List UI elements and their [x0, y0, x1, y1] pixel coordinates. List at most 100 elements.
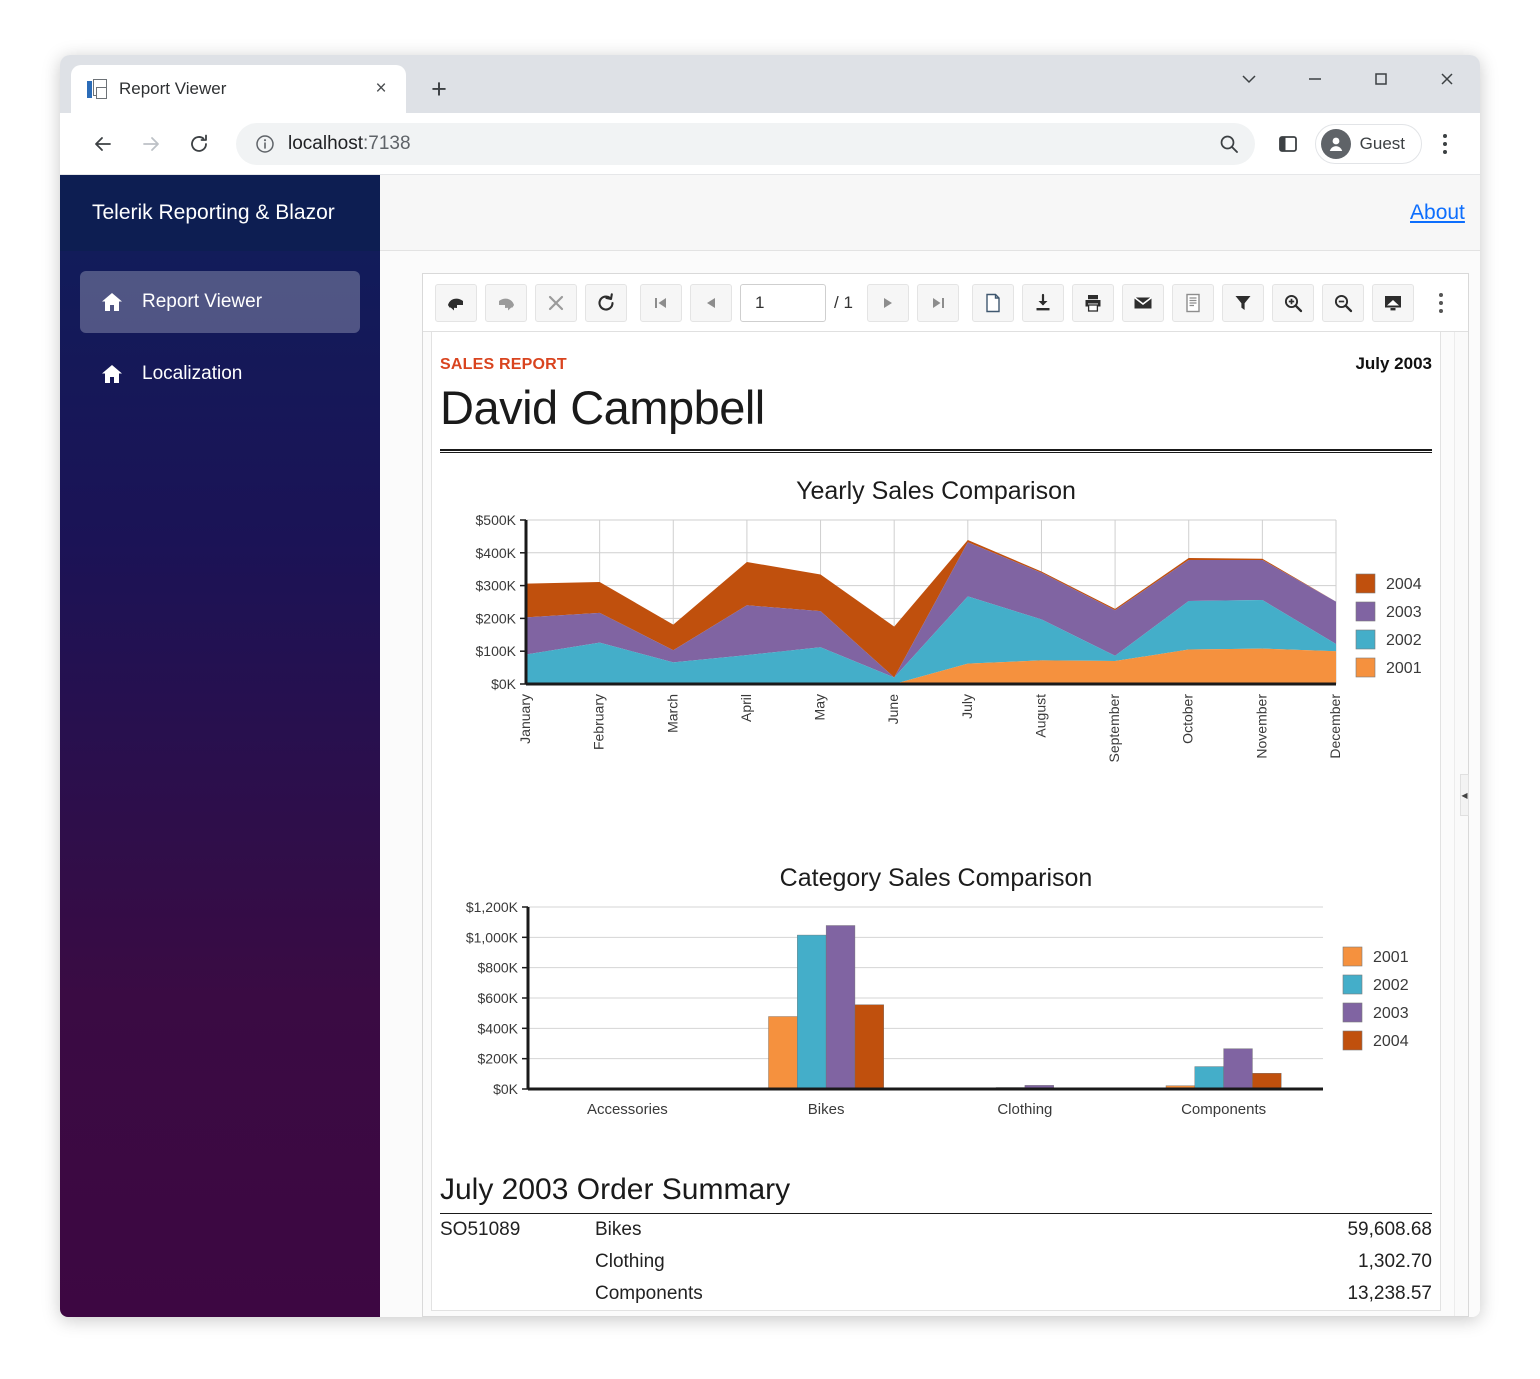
close-tab-icon[interactable]: ×	[368, 76, 394, 102]
home-icon	[100, 290, 124, 314]
report-vertical-scrollbar[interactable]	[1454, 332, 1468, 1316]
report-header: SALES REPORT July 2003	[432, 354, 1440, 374]
svg-text:$1,200K: $1,200K	[466, 899, 519, 915]
profile-name: Guest	[1360, 134, 1405, 154]
svg-text:January: January	[517, 694, 533, 744]
about-link[interactable]: About	[1410, 201, 1465, 225]
svg-text:2004: 2004	[1373, 1033, 1409, 1050]
refresh-button[interactable]	[585, 284, 627, 322]
browser-titlebar: Report Viewer × +	[60, 55, 1480, 113]
page-view-mode-button[interactable]	[1372, 284, 1414, 322]
browser-toolbar-right: Guest	[1267, 123, 1462, 165]
svg-text:Components: Components	[1181, 1101, 1266, 1118]
side-panel-icon[interactable]	[1267, 123, 1309, 165]
previous-page-button[interactable]	[690, 284, 732, 322]
yearly-sales-area-svg: $0K$100K$200K$300K$400K$500KJanuaryFebru…	[438, 512, 1428, 802]
report-person-name: David Campbell	[432, 374, 1440, 435]
browser-window: Report Viewer × +	[60, 55, 1480, 1317]
report-page: SALES REPORT July 2003 David Campbell Ye…	[431, 332, 1441, 1311]
window-controls	[1216, 55, 1480, 103]
category-cell: Components	[595, 1278, 1064, 1310]
browser-menu-icon[interactable]	[1428, 124, 1462, 164]
new-tab-button[interactable]: +	[420, 70, 458, 108]
svg-text:$800K: $800K	[478, 960, 519, 976]
report-menu-icon[interactable]	[1424, 284, 1458, 322]
svg-text:$200K: $200K	[476, 610, 517, 626]
collapse-panel-handle[interactable]: ◀	[1460, 774, 1469, 816]
reload-button[interactable]	[178, 123, 220, 165]
svg-text:$600K: $600K	[478, 990, 519, 1006]
avatar	[1321, 129, 1351, 159]
order-summary-table: SO51089Bikes59,608.68Clothing1,302.70Com…	[440, 1214, 1432, 1310]
stop-button[interactable]	[535, 284, 577, 322]
sidebar-item-label: Report Viewer	[142, 291, 262, 313]
send-mail-button[interactable]	[1122, 284, 1164, 322]
svg-text:February: February	[591, 694, 607, 750]
page-number-input[interactable]: 1	[740, 284, 826, 322]
collapse-window-icon[interactable]	[1216, 55, 1282, 103]
close-window-icon[interactable]	[1414, 55, 1480, 103]
minimize-window-icon[interactable]	[1282, 55, 1348, 103]
svg-text:$200K: $200K	[478, 1051, 519, 1067]
order-id-cell[interactable]: SO51089	[440, 1214, 595, 1246]
sidebar-nav: Report Viewer Localization	[60, 251, 380, 405]
category-cell: Clothing	[595, 1246, 1064, 1278]
url-port: :7138	[363, 133, 411, 154]
amount-cell: 59,608.68	[1064, 1214, 1432, 1246]
home-icon	[100, 362, 124, 386]
sidebar-item-report-viewer[interactable]: Report Viewer	[80, 271, 360, 333]
svg-text:2002: 2002	[1386, 632, 1422, 649]
chart-title-yearly: Yearly Sales Comparison	[438, 477, 1434, 506]
address-text: localhost:7138	[288, 133, 1205, 155]
svg-text:$1,000K: $1,000K	[466, 929, 519, 945]
search-zoom-icon[interactable]	[1217, 132, 1241, 156]
svg-text:$0K: $0K	[493, 1081, 519, 1097]
report-viewer-wrapper: 1 / 1	[380, 251, 1480, 1317]
browser-tab[interactable]: Report Viewer ×	[71, 65, 406, 113]
svg-text:2003: 2003	[1373, 1005, 1409, 1022]
svg-text:2003: 2003	[1386, 604, 1422, 621]
report-scroll-area[interactable]: SALES REPORT July 2003 David Campbell Ye…	[423, 332, 1468, 1316]
back-button[interactable]	[82, 123, 124, 165]
profile-button[interactable]: Guest	[1315, 124, 1422, 164]
table-row: SO51089Bikes59,608.68	[440, 1214, 1432, 1246]
next-page-button[interactable]	[867, 284, 909, 322]
page-total-label: / 1	[834, 293, 853, 313]
page-setup-button[interactable]	[972, 284, 1014, 322]
svg-text:Accessories: Accessories	[587, 1101, 668, 1118]
parameters-filter-button[interactable]	[1222, 284, 1264, 322]
order-summary-section: July 2003 Order Summary SO51089Bikes59,6…	[432, 1139, 1440, 1310]
report-viewer: 1 / 1	[422, 273, 1469, 1317]
zoom-out-button[interactable]	[1322, 284, 1364, 322]
history-back-button[interactable]	[435, 284, 477, 322]
zoom-in-button[interactable]	[1272, 284, 1314, 322]
brand-title: Telerik Reporting & Blazor	[60, 175, 380, 251]
first-page-button[interactable]	[640, 284, 682, 322]
maximize-window-icon[interactable]	[1348, 55, 1414, 103]
report-period: July 2003	[1355, 354, 1432, 374]
print-button[interactable]	[1072, 284, 1114, 322]
last-page-button[interactable]	[917, 284, 959, 322]
export-button[interactable]	[1022, 284, 1064, 322]
svg-text:$300K: $300K	[476, 578, 517, 594]
forward-button[interactable]	[130, 123, 172, 165]
history-forward-button[interactable]	[485, 284, 527, 322]
svg-text:April: April	[738, 694, 754, 722]
table-row: Clothing1,302.70	[440, 1246, 1432, 1278]
url-host: localhost	[288, 133, 363, 154]
app-root: Telerik Reporting & Blazor Report Viewer…	[60, 175, 1480, 1317]
site-info-icon[interactable]	[254, 133, 276, 155]
svg-text:$400K: $400K	[478, 1020, 519, 1036]
report-kicker: SALES REPORT	[440, 356, 567, 374]
address-input[interactable]: localhost:7138	[236, 123, 1255, 165]
chart-title-category: Category Sales Comparison	[438, 864, 1434, 893]
svg-text:2004: 2004	[1386, 576, 1422, 593]
sidebar-item-localization[interactable]: Localization	[80, 343, 360, 405]
svg-text:August: August	[1032, 694, 1048, 738]
category-sales-bar-svg: $0K $200K $400K $600K $800K $1,000K $1,200K Acc…	[438, 899, 1428, 1139]
svg-text:Bikes: Bikes	[808, 1101, 845, 1118]
svg-text:November: November	[1253, 694, 1269, 759]
report-icon	[87, 79, 108, 100]
document-map-button[interactable]	[1172, 284, 1214, 322]
order-id-cell	[440, 1278, 595, 1310]
